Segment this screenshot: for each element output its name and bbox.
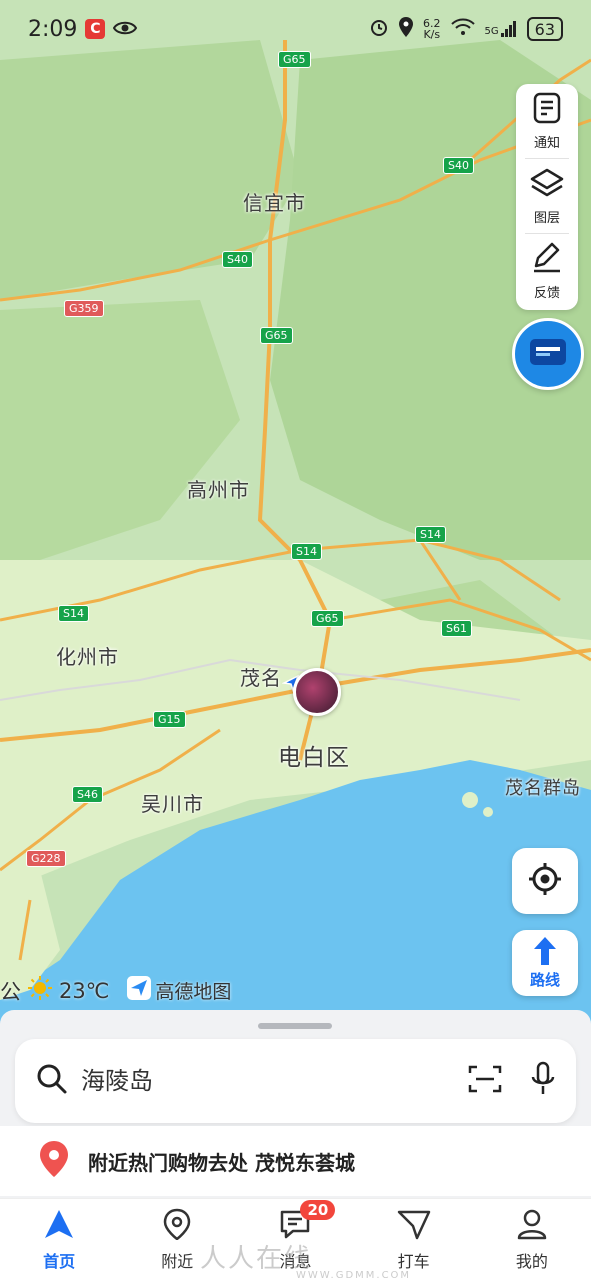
route-arrow-icon [532, 936, 558, 969]
amap-logo-text: 高德地图 [155, 981, 232, 1003]
tab-home-label: 首页 [43, 1252, 76, 1271]
promo-text: 附近热门购物去处 茂悦东荟城 [88, 1150, 355, 1175]
locate-me-button[interactable] [512, 848, 578, 914]
wifi-icon [450, 18, 475, 40]
layers-icon [530, 167, 564, 203]
network-speed: 6.2 K/s [423, 18, 441, 40]
weather-prefix: 公 [0, 979, 21, 1004]
taxi-flag-icon [397, 1208, 431, 1244]
search-input[interactable] [79, 1066, 433, 1096]
user-avatar-marker[interactable] [293, 668, 341, 716]
tab-nearby-label: 附近 [161, 1252, 194, 1271]
road-badge-g359: G359 [64, 300, 104, 317]
map-label-maoming: 茂名 [240, 666, 282, 690]
eye-icon [113, 17, 138, 42]
feedback-pen-icon [530, 242, 564, 278]
nearby-promo-banner[interactable]: 附近热门购物去处 茂悦东荟城 [0, 1126, 591, 1196]
home-navigation-icon [43, 1208, 75, 1244]
sheet-drag-handle[interactable] [258, 1023, 332, 1029]
route-label: 路线 [529, 970, 560, 989]
amap-logo: 高德地图 [127, 976, 231, 1005]
road-badge-s61: S61 [441, 620, 472, 637]
profile-person-icon [516, 1208, 548, 1244]
tab-taxi[interactable]: 打车 [369, 1208, 459, 1272]
map-label-xinyi: 信宜市 [243, 191, 306, 215]
route-button[interactable]: 路线 [512, 930, 578, 996]
map-label-maoming-islands: 茂名群岛 [505, 778, 581, 799]
road-badge-s40: S40 [443, 157, 474, 174]
search-bar[interactable] [15, 1039, 576, 1123]
road-badge-g65-low: G65 [311, 610, 344, 627]
notification-icon [531, 92, 563, 128]
notify-button[interactable]: 通知 [516, 84, 578, 158]
alarm-icon [369, 17, 389, 41]
map-tools-panel: 通知 图层 反馈 [516, 84, 578, 310]
road-badge-s46: S46 [72, 786, 103, 803]
signal-type: 5G [484, 26, 499, 37]
battery-indicator: 63 [526, 17, 563, 41]
road-badge-s14-left: S14 [58, 605, 89, 622]
road-badge-g65-mid: G65 [260, 327, 293, 344]
amap-logo-icon [127, 976, 152, 1005]
map-label-wuchuan: 吴川市 [141, 792, 204, 816]
tab-profile[interactable]: 我的 [487, 1208, 577, 1272]
search-icon [35, 1062, 69, 1100]
microphone-icon[interactable] [530, 1061, 556, 1101]
watermark-url: WWW.GDMM.COM [296, 1270, 412, 1281]
feedback-button[interactable]: 反馈 [516, 234, 578, 308]
unread-messages-badge: 20 [300, 1200, 336, 1220]
net-speed-unit: K/s [423, 28, 441, 41]
transit-card-icon [528, 335, 568, 373]
layers-button[interactable]: 图层 [516, 159, 578, 233]
nearby-pin-icon [162, 1208, 192, 1244]
transit-card-button[interactable] [512, 318, 584, 390]
weather-widget: 公 23℃ 高德地图 [0, 975, 231, 1006]
road-badge-s40-mid: S40 [222, 251, 253, 268]
notify-label: 通知 [533, 135, 560, 151]
road-badge-g15: G15 [153, 711, 186, 728]
layers-label: 图层 [533, 210, 560, 226]
status-time: 2:09 [28, 16, 78, 42]
status-bar: 2:09 C 6.2 K/s 5G 63 [0, 0, 591, 58]
road-badge-s14-mid: S14 [291, 543, 322, 560]
cellular-signal-icon: 5G [485, 21, 517, 37]
road-badge-s14-right: S14 [415, 526, 446, 543]
location-marker-icon [38, 1140, 70, 1182]
scan-icon[interactable] [468, 1064, 502, 1098]
map-label-huazhou: 化州市 [56, 645, 119, 669]
tab-profile-label: 我的 [515, 1252, 548, 1271]
tab-home[interactable]: 首页 [14, 1208, 104, 1272]
tab-taxi-label: 打车 [397, 1252, 430, 1271]
app-notification-icon: C [85, 19, 106, 39]
map-label-dianbai: 电白区 [278, 745, 350, 771]
location-pin-icon [399, 17, 414, 41]
temperature: 23℃ [59, 978, 110, 1003]
feedback-label: 反馈 [533, 285, 560, 301]
map-label-gaozhou: 高州市 [187, 478, 250, 502]
road-badge-g228: G228 [26, 850, 66, 867]
sun-icon [27, 975, 53, 1006]
crosshair-icon [527, 861, 563, 901]
site-watermark: 人人在线 WWW.GDMM.COM [200, 1238, 409, 1281]
